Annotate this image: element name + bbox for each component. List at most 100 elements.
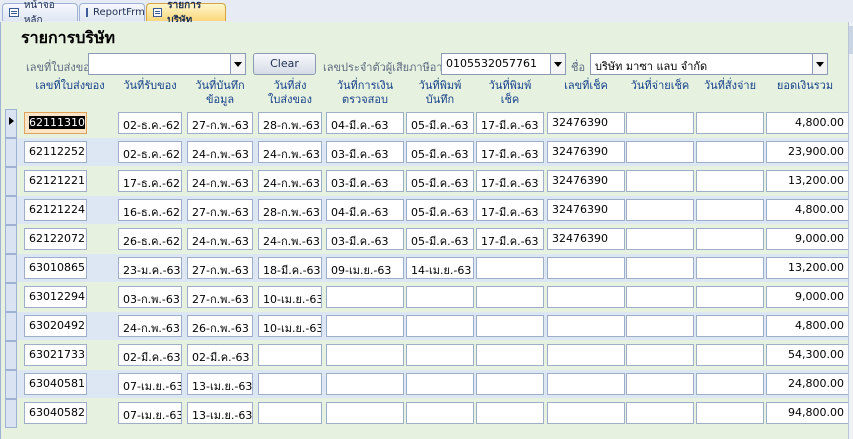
record-selector[interactable] (5, 370, 17, 399)
table-cell[interactable]: 32476390 (547, 228, 625, 250)
table-cell[interactable]: 63040581 (24, 373, 87, 395)
tab-main-screen[interactable]: หน้าจอหลัก (2, 0, 78, 26)
table-cell[interactable] (696, 286, 764, 308)
table-cell[interactable] (547, 373, 625, 395)
record-selector[interactable] (5, 341, 17, 370)
scrollbar-thumb[interactable] (849, 26, 853, 54)
table-cell[interactable] (626, 141, 694, 163)
table-cell[interactable] (696, 170, 764, 192)
table-cell[interactable] (626, 257, 694, 279)
table-cell[interactable] (626, 315, 694, 337)
table-cell[interactable] (406, 402, 474, 424)
table-cell[interactable]: 62121224 (24, 199, 87, 221)
table-cell[interactable]: 28-ก.พ.-63 (258, 199, 322, 221)
chevron-down-icon[interactable] (230, 54, 245, 74)
table-cell[interactable]: 28-ก.พ.-63 (258, 112, 322, 134)
table-cell[interactable] (696, 228, 764, 250)
table-cell[interactable]: 05-มี.ค.-63 (406, 199, 474, 221)
table-cell[interactable]: 63012294 (24, 286, 87, 308)
record-selector[interactable] (5, 167, 17, 196)
table-cell[interactable]: 17-มี.ค.-63 (476, 228, 544, 250)
table-cell[interactable] (626, 286, 694, 308)
table-cell[interactable]: 27-ก.พ.-63 (187, 257, 253, 279)
record-selector[interactable] (5, 399, 17, 428)
chevron-down-icon[interactable] (550, 54, 565, 74)
table-cell[interactable] (696, 344, 764, 366)
table-cell[interactable]: 4,800.00 (766, 315, 849, 337)
table-cell[interactable] (696, 402, 764, 424)
table-cell[interactable]: 23,900.00 (766, 141, 849, 163)
table-cell[interactable]: 10-เม.ย.-63 (258, 315, 322, 337)
table-cell[interactable]: 62121221 (24, 170, 87, 192)
table-cell[interactable] (696, 315, 764, 337)
table-cell[interactable]: 27-ก.พ.-63 (187, 286, 253, 308)
table-cell[interactable]: 02-ธ.ค.-62 (118, 112, 182, 134)
table-cell[interactable]: 02-ธ.ค.-62 (118, 141, 182, 163)
record-selector[interactable] (5, 283, 17, 312)
record-selector[interactable] (5, 254, 17, 283)
table-cell[interactable]: 24-ก.พ.-63 (118, 315, 182, 337)
table-cell[interactable] (626, 228, 694, 250)
table-cell[interactable]: 62122072 (24, 228, 87, 250)
table-cell[interactable]: 54,300.00 (766, 344, 849, 366)
table-cell[interactable] (476, 257, 544, 279)
table-cell[interactable]: 04-มี.ค.-63 (326, 199, 404, 221)
table-cell[interactable] (626, 112, 694, 134)
table-cell[interactable] (476, 402, 544, 424)
table-cell[interactable] (696, 199, 764, 221)
record-selector[interactable] (5, 109, 17, 138)
table-cell[interactable]: 13,200.00 (766, 170, 849, 192)
table-cell[interactable] (696, 141, 764, 163)
record-selector[interactable] (5, 225, 17, 254)
table-cell[interactable]: 14-เม.ย.-63 (406, 257, 474, 279)
table-cell[interactable] (326, 315, 404, 337)
table-cell[interactable]: 63021733 (24, 344, 87, 366)
table-cell[interactable]: 13,200.00 (766, 257, 849, 279)
table-cell[interactable]: 63040582 (24, 402, 87, 424)
table-cell[interactable]: 24-ก.พ.-63 (187, 228, 253, 250)
table-cell[interactable] (406, 315, 474, 337)
table-cell[interactable]: 03-มี.ค.-63 (326, 141, 404, 163)
table-cell[interactable]: 05-มี.ค.-63 (406, 228, 474, 250)
table-cell[interactable] (326, 402, 404, 424)
table-cell[interactable]: 18-มี.ค.-63 (258, 257, 322, 279)
table-cell[interactable]: 63010865 (24, 257, 87, 279)
table-cell[interactable]: 02-มี.ค.-63 (187, 344, 253, 366)
table-cell[interactable]: 10-เม.ย.-63 (258, 286, 322, 308)
table-cell[interactable] (326, 286, 404, 308)
table-cell[interactable] (476, 315, 544, 337)
table-cell[interactable]: 03-ก.พ.-63 (118, 286, 182, 308)
chevron-down-icon[interactable] (812, 54, 827, 74)
table-cell[interactable] (406, 344, 474, 366)
table-cell[interactable] (626, 373, 694, 395)
table-cell[interactable]: 17-มี.ค.-63 (476, 170, 544, 192)
table-cell[interactable]: 24,800.00 (766, 373, 849, 395)
table-cell[interactable]: 16-ธ.ค.-62 (118, 199, 182, 221)
table-cell[interactable]: 02-มี.ค.-63 (118, 344, 182, 366)
table-cell[interactable]: 13-เม.ย.-63 (187, 373, 253, 395)
table-cell[interactable] (626, 170, 694, 192)
tab-reportfrm[interactable]: ReportFrm (79, 3, 145, 21)
table-cell[interactable] (258, 344, 322, 366)
table-cell[interactable]: 27-ก.พ.-63 (187, 112, 253, 134)
table-cell[interactable]: 4,800.00 (766, 199, 849, 221)
table-cell[interactable] (696, 257, 764, 279)
table-cell[interactable]: 9,000.00 (766, 286, 849, 308)
table-cell[interactable] (326, 373, 404, 395)
table-cell[interactable] (406, 373, 474, 395)
table-cell[interactable] (476, 344, 544, 366)
taxid-combo[interactable]: 0105532057761 (441, 53, 566, 75)
table-cell[interactable] (626, 344, 694, 366)
table-cell[interactable] (476, 373, 544, 395)
table-cell[interactable]: 17-มี.ค.-63 (476, 141, 544, 163)
table-cell[interactable]: 32476390 (547, 199, 625, 221)
table-cell[interactable] (547, 286, 625, 308)
table-cell[interactable] (326, 344, 404, 366)
table-cell[interactable]: 17-มี.ค.-63 (476, 199, 544, 221)
table-cell[interactable]: 27-ก.พ.-63 (187, 199, 253, 221)
table-cell[interactable] (258, 373, 322, 395)
table-cell[interactable] (696, 112, 764, 134)
vertical-scrollbar[interactable] (848, 22, 853, 439)
table-cell[interactable]: 62112252 (24, 141, 87, 163)
table-cell[interactable]: 23-ม.ค.-63 (118, 257, 182, 279)
